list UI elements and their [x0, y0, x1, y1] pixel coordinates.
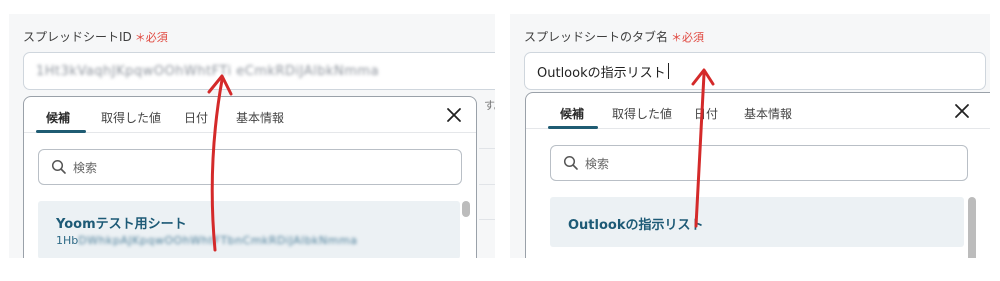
text-caret: [667, 63, 669, 79]
tab-acquired-values[interactable]: 取得した値: [101, 109, 161, 126]
candidate-dropdown: 候補 取得した値 日付 基本情報 検索 Outlookの指示リスト: [525, 92, 990, 258]
search-input[interactable]: 検索: [38, 149, 462, 185]
close-icon: [447, 108, 461, 122]
field-label-text: スプレッドシートのタブ名: [524, 30, 669, 44]
search-placeholder: 検索: [73, 160, 98, 175]
divider: [479, 219, 495, 220]
required-mark: ＊必須: [671, 31, 705, 44]
divider: [479, 184, 495, 185]
tab-bar: 候補 取得した値 日付 基本情報: [24, 97, 476, 133]
candidate-option[interactable]: Yoomテスト用シート 1HbDWhkpAJKpqwOOhWhtFTbnCmkR…: [38, 201, 460, 258]
option-id: 1HbDWhkpAJKpqwOOhWhtFTbnCmkRDiJAlbkNmma: [56, 234, 357, 247]
spreadsheet-id-input[interactable]: 1Ht3kVaqhJKpqwOOhWhtFTi eCmkRDiJAlbkNmma: [23, 52, 495, 90]
tab-date[interactable]: 日付: [184, 109, 208, 126]
tab-candidates[interactable]: 候補: [46, 109, 70, 126]
scrollbar[interactable]: [462, 201, 470, 217]
candidate-dropdown: 候補 取得した値 日付 基本情報 検索 Yoomテスト用シート 1HbDWhkp…: [23, 96, 477, 258]
search-icon: [563, 155, 578, 170]
active-tab-indicator: [36, 130, 86, 133]
active-tab-indicator: [548, 126, 598, 129]
option-title: Yoomテスト用シート: [56, 217, 187, 232]
option-id-prefix: 1Hb: [56, 234, 79, 247]
divider: [479, 148, 495, 149]
tab-name-panel: スプレッドシートのタブ名 ＊必須 Outlookの指示リスト 候補 取得した値 日…: [510, 14, 990, 258]
tab-name-input[interactable]: Outlookの指示リスト: [524, 52, 986, 90]
close-icon: [955, 104, 969, 118]
tab-date[interactable]: 日付: [694, 105, 718, 122]
tab-basic-info[interactable]: 基本情報: [236, 109, 284, 126]
close-button[interactable]: [444, 105, 464, 125]
tab-basic-info[interactable]: 基本情報: [744, 105, 792, 122]
close-button[interactable]: [952, 101, 972, 121]
option-title: Outlookの指示リスト: [568, 218, 704, 233]
side-hint: す。: [484, 99, 495, 112]
input-value: Outlookの指示リスト: [537, 65, 666, 81]
scrollbar[interactable]: [968, 197, 976, 258]
field-label: スプレッドシートのタブ名 ＊必須: [524, 28, 704, 45]
tab-bar: 候補 取得した値 日付 基本情報: [526, 93, 990, 129]
tab-acquired-values[interactable]: 取得した値: [612, 105, 672, 122]
search-icon: [51, 159, 66, 174]
candidate-option[interactable]: Outlookの指示リスト: [550, 197, 964, 247]
required-mark: ＊必須: [134, 31, 168, 44]
input-value: 1Ht3kVaqhJKpqwOOhWhtFTi eCmkRDiJAlbkNmma: [36, 63, 380, 79]
search-placeholder: 検索: [585, 156, 610, 171]
field-label-text: スプレッドシートID: [23, 30, 132, 44]
tab-candidates[interactable]: 候補: [560, 105, 584, 122]
search-input[interactable]: 検索: [550, 145, 968, 181]
option-id-rest: DWhkpAJKpqwOOhWhtFTbnCmkRDiJAlbkNmma: [78, 234, 358, 247]
spreadsheet-id-panel: スプレッドシートID ＊必須 1Ht3kVaqhJKpqwOOhWhtFTi eC…: [9, 14, 495, 258]
field-label: スプレッドシートID ＊必須: [23, 28, 168, 45]
